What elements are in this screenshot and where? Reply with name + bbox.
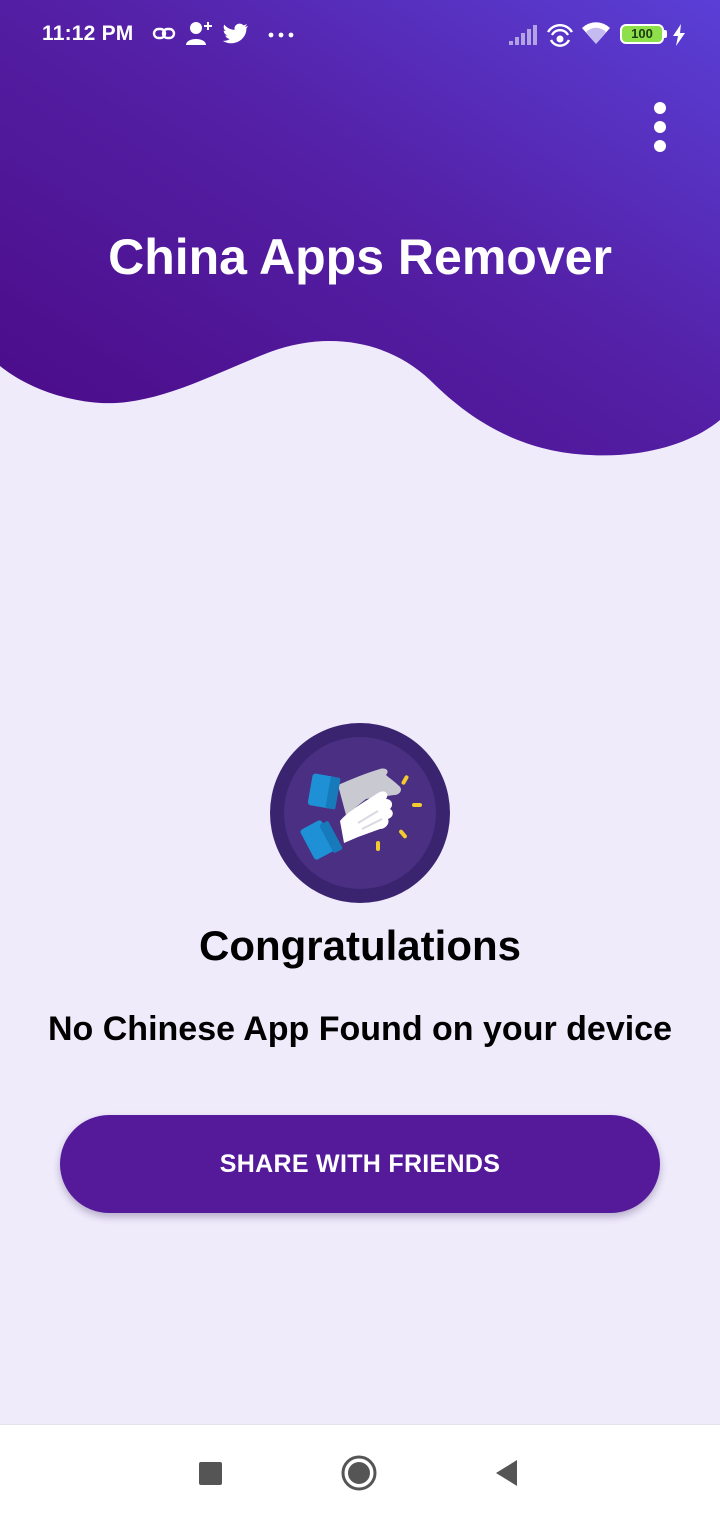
navigation-bar — [0, 1424, 720, 1521]
charging-icon — [673, 24, 685, 46]
clapping-hands-icon — [300, 768, 422, 860]
more-vert-icon-dot — [654, 121, 666, 133]
no-app-found-message: No Chinese App Found on your device — [47, 1010, 672, 1048]
share-with-friends-button[interactable]: SHARE WITH FRIENDS — [60, 1115, 660, 1213]
more-notifications-icon — [268, 32, 294, 38]
overflow-menu-button[interactable] — [636, 96, 684, 158]
twitter-icon — [223, 23, 248, 44]
clapping-hands-badge — [270, 723, 450, 903]
more-vert-icon-dot — [654, 140, 666, 152]
hotspot-icon — [546, 24, 574, 47]
more-vert-icon — [654, 102, 666, 114]
signal-icon — [509, 25, 537, 45]
status-time: 11:12 PM — [42, 22, 134, 45]
status-bar: 11:12 PM 100 — [0, 0, 720, 70]
recents-icon[interactable] — [199, 1462, 222, 1485]
battery-cap — [664, 30, 667, 38]
battery-level: 100 — [631, 26, 653, 41]
congratulations-heading: Congratulations — [199, 922, 521, 969]
back-icon[interactable] — [494, 1458, 518, 1488]
add-contact-icon — [186, 22, 212, 45]
wifi-icon — [582, 22, 610, 44]
link-icon — [152, 27, 176, 40]
app-title: China Apps Remover — [108, 229, 612, 285]
home-icon[interactable] — [341, 1455, 377, 1491]
battery-icon: 100 — [620, 24, 664, 44]
